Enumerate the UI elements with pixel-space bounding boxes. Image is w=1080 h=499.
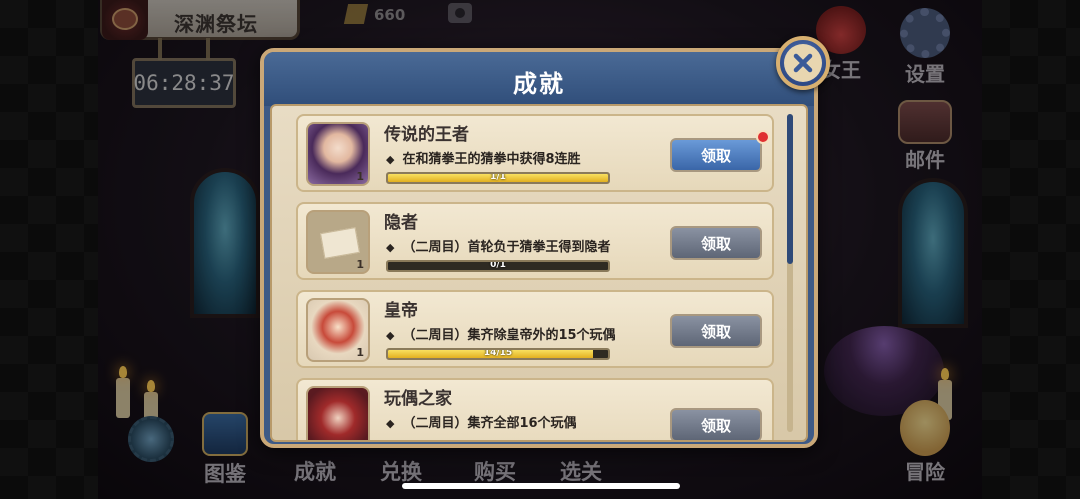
- avatar-count: 1: [356, 258, 364, 271]
- achievement-modal: 成就 1 传说的王者 ◆在和猜拳王的猜拳中获得8连胜 1/1 领取 1 隐者: [260, 48, 818, 448]
- claim-button[interactable]: 领取: [670, 314, 762, 348]
- progress-bar: 14/15: [386, 348, 610, 360]
- hermit-avatar: 1: [306, 210, 370, 274]
- achievement-description: ◆ （二周目）集齐全部16个玩偶: [386, 416, 577, 431]
- diamond-bullet-icon: ◆: [386, 153, 395, 166]
- achievement-title: 皇帝: [384, 301, 418, 321]
- progress-text: 1/1: [490, 172, 506, 182]
- home-indicator[interactable]: [402, 483, 680, 489]
- achievement-description: ◆ （二周目）首轮负于猜拳王得到隐者: [386, 240, 611, 255]
- claim-button[interactable]: 领取: [670, 408, 762, 440]
- close-button[interactable]: [776, 36, 830, 90]
- progress-text: 14/15: [483, 348, 513, 358]
- avatar-count: 1: [356, 346, 364, 359]
- king-avatar: 1: [306, 122, 370, 186]
- achievement-row: 1 传说的王者 ◆ 在和猜拳王的猜拳中获得8连胜 1/1 领取: [296, 114, 774, 192]
- achievement-title: 隐者: [384, 213, 418, 233]
- modal-title: 成就: [513, 70, 565, 98]
- claim-button[interactable]: 领取: [670, 226, 762, 260]
- achievement-title: 玩偶之家: [384, 389, 452, 409]
- notification-dot-icon: [756, 130, 770, 144]
- achievement-description: ◆ （二周目）集齐除皇帝外的15个玩偶: [386, 328, 616, 343]
- achievement-row: 1 皇帝 ◆ （二周目）集齐除皇帝外的15个玩偶 14/15 领取: [296, 290, 774, 368]
- claim-button[interactable]: 领取: [670, 138, 762, 172]
- progress-text: 0/1: [490, 260, 506, 270]
- achievement-description: ◆ 在和猜拳王的猜拳中获得8连胜: [386, 152, 581, 167]
- emperor-avatar: 1: [306, 298, 370, 362]
- diamond-bullet-icon: ◆: [386, 241, 395, 254]
- scrollbar-thumb[interactable]: [787, 114, 793, 264]
- achievement-row: 玩偶之家 ◆ （二周目）集齐全部16个玩偶 领取: [296, 378, 774, 440]
- diamond-bullet-icon: ◆: [386, 329, 395, 342]
- achievement-row: 1 隐者 ◆ （二周目）首轮负于猜拳王得到隐者 0/1 领取: [296, 202, 774, 280]
- doll-house-avatar: [306, 386, 370, 440]
- achievement-title: 传说的王者: [384, 125, 469, 145]
- diamond-bullet-icon: ◆: [386, 417, 395, 430]
- progress-bar: 1/1: [386, 172, 610, 184]
- progress-bar: 0/1: [386, 260, 610, 272]
- achievement-list[interactable]: 1 传说的王者 ◆ 在和猜拳王的猜拳中获得8连胜 1/1 领取 1 隐者 ◆ （二周…: [270, 104, 808, 442]
- paper-icon: [320, 227, 360, 259]
- avatar-count: 1: [356, 170, 364, 183]
- close-icon: [784, 44, 822, 82]
- modal-header: 成就: [264, 52, 814, 106]
